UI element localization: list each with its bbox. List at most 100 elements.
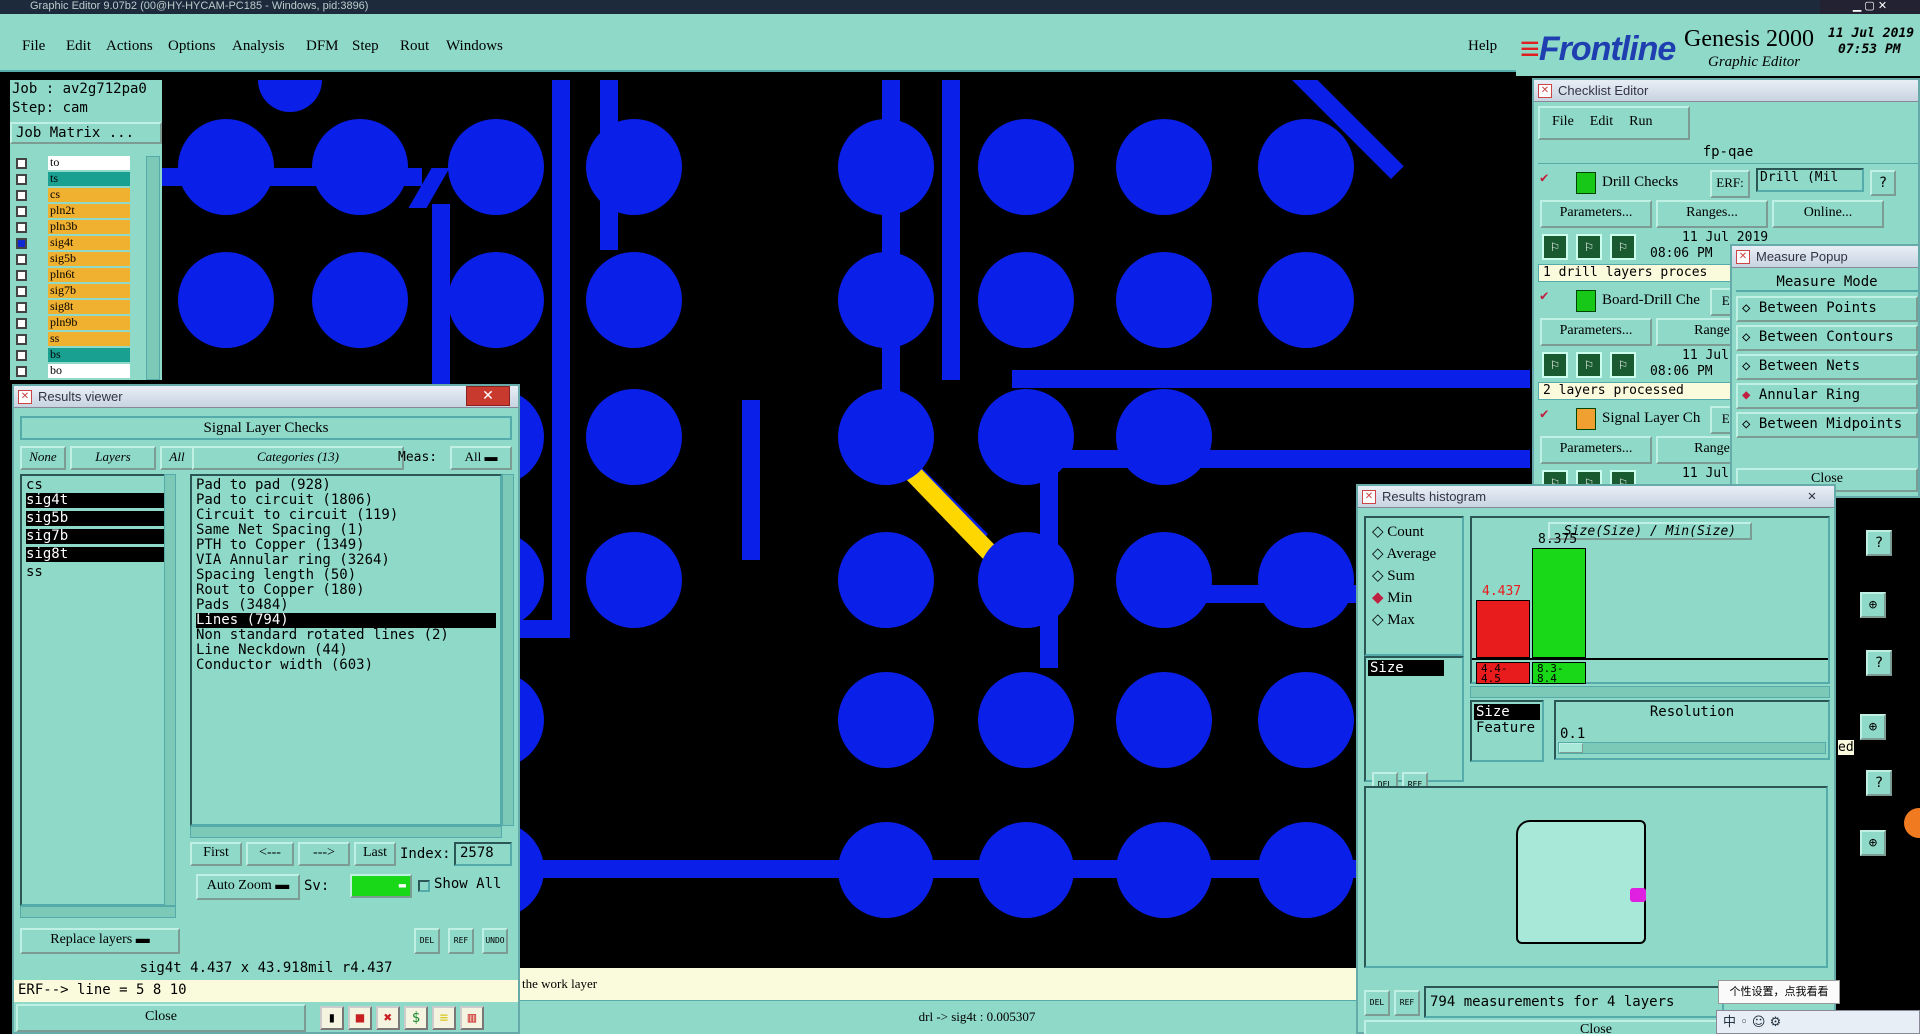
measure-popup-titlebar[interactable]: ✕ Measure Popup [1732,246,1918,268]
measure-mode-option[interactable]: ◇ Between Points [1736,296,1918,322]
measure-mode-option[interactable]: ◇ Between Nets [1736,354,1918,380]
category-item[interactable]: Circuit to circuit (119) [196,508,496,523]
layer-row[interactable]: pln9b [48,316,130,330]
help-icon[interactable]: ? [1866,650,1892,676]
last-button[interactable]: Last [354,842,396,866]
layer-list-scroll[interactable] [164,474,176,906]
category-item[interactable]: PTH to Copper (1349) [196,538,496,553]
layer-toggle[interactable] [16,366,27,377]
help-icon[interactable]: ? [1870,170,1896,196]
run-icon[interactable]: ⚐ [1542,352,1568,378]
stat-option[interactable]: ◇ Count [1372,522,1424,541]
layer-row[interactable]: sig7b [48,284,130,298]
category-list[interactable]: Pad to pad (928) Pad to circuit (1806) Cir… [190,474,502,826]
layer-toggle[interactable] [16,254,27,265]
layer-result-list[interactable]: cs sig4t sig5b sig7b sig8t ss [20,474,176,906]
zoom-icon[interactable]: ⊕ [1860,592,1886,618]
resolution-slider[interactable] [1558,742,1826,754]
check-enabled-icon[interactable]: ✔ [1540,170,1548,186]
result-layer-item[interactable]: sig8t [26,547,170,562]
index-field[interactable]: 2578 [454,842,512,866]
cancel-icon[interactable]: ✖ [376,1006,400,1030]
layer-toggle[interactable] [16,270,27,281]
result-layer-item[interactable]: sig4t [26,493,170,508]
del-icon[interactable]: DEL [414,928,440,954]
check-name[interactable]: Signal Layer Ch [1602,410,1712,427]
layer-toggle[interactable] [16,190,27,201]
layer-toggle[interactable] [16,222,27,233]
run-icon[interactable]: ⚐ [1542,234,1568,260]
run-all-icon[interactable]: ⚐ [1576,234,1602,260]
attr-size[interactable]: Size [1474,704,1540,720]
window-controls[interactable]: ▁ ▢ ✕ [1820,0,1920,14]
measure-mode-option[interactable]: ◇ Between Contours [1736,325,1918,351]
replace-layers-dropdown[interactable]: Replace layers ▬ [20,928,180,954]
zoom-icon[interactable]: ⊕ [1860,830,1886,856]
layer-toggle[interactable] [16,334,27,345]
ref-icon[interactable]: REF [1394,990,1420,1016]
layer-row[interactable]: pln3b [48,220,130,234]
filter-icon[interactable]: $ [404,1006,428,1030]
menu-edit[interactable]: Edit [66,38,91,55]
result-layer-item[interactable]: cs [26,478,170,493]
menu-actions[interactable]: Actions [106,38,153,55]
meas-dropdown[interactable]: All ▬ [450,446,512,470]
layers-tab[interactable]: Layers [70,446,156,470]
none-tab[interactable]: None [20,446,66,470]
category-item[interactable]: Pads (3484) [196,598,496,613]
parameters-button[interactable]: Parameters... [1540,200,1652,228]
show-all-checkbox[interactable] [418,880,430,892]
ime-toolbar[interactable]: 中 ◦ ☺ ⚙ [1716,1010,1920,1034]
all-tab[interactable]: All [160,446,194,470]
attr-feature[interactable]: Feature [1472,720,1542,736]
layer-row[interactable]: sig4t [48,236,130,250]
category-list-hscroll[interactable] [190,826,502,838]
result-layer-item[interactable]: ss [26,565,170,580]
checklist-menu-edit[interactable]: Edit [1590,114,1613,129]
stat-option[interactable]: ◇ Average [1372,544,1436,563]
layer-toggle[interactable] [16,206,27,217]
print-icon[interactable]: ▮ [320,1006,344,1030]
parameters-button[interactable]: Parameters... [1540,318,1652,346]
checklist-titlebar[interactable]: ✕ Checklist Editor [1534,80,1918,102]
layer-toggle[interactable] [16,318,27,329]
auto-zoom-dropdown[interactable]: Auto Zoom ▬ [196,874,300,900]
histogram-hscroll[interactable] [1470,686,1830,698]
erf-field[interactable]: Drill (Mil [1756,168,1864,192]
layer-row[interactable]: sig5b [48,252,130,266]
measure-mode-option[interactable]: ◇ Between Midpoints [1736,412,1918,438]
chart-icon[interactable]: ▥ [460,1006,484,1030]
histogram-close-icon[interactable]: ✕ [1794,488,1830,506]
category-list-scroll[interactable] [502,474,514,826]
layer-row[interactable]: pln6t [48,268,130,282]
parameters-button[interactable]: Parameters... [1540,436,1652,464]
menu-options[interactable]: Options [168,38,216,55]
layer-row[interactable]: bs [48,348,130,362]
menu-file[interactable]: File [22,38,45,55]
checklist-menu-run[interactable]: Run [1629,114,1652,129]
category-item[interactable]: VIA Annular ring (3264) [196,553,496,568]
zoom-icon[interactable]: ⊕ [1860,714,1886,740]
help-icon[interactable]: ? [1866,770,1892,796]
checklist-menu-file[interactable]: File [1552,114,1574,129]
stat-option[interactable]: ◇ Max [1372,610,1415,629]
category-item[interactable]: Spacing length (50) [196,568,496,583]
close-button[interactable]: Close [16,1004,306,1032]
ranges-button[interactable]: Ranges... [1656,200,1768,228]
layer-row[interactable]: to [48,156,130,170]
categories-tab[interactable]: Categories (13) [192,446,404,470]
measure-mode-option[interactable]: ◆ Annular Ring [1736,383,1918,409]
histogram-titlebar[interactable]: ✕ Results histogram [1358,486,1834,508]
layer-row[interactable]: ss [48,332,130,346]
online-button[interactable]: Online... [1772,200,1884,228]
stop-icon[interactable]: ⚐ [1610,234,1636,260]
histogram-bar[interactable] [1532,548,1586,658]
menu-windows[interactable]: Windows [446,38,503,55]
stat-option[interactable]: ◆ Min [1372,588,1412,607]
first-button[interactable]: First [190,842,242,866]
menu-dfm[interactable]: DFM [306,38,339,55]
help-menu[interactable]: Help [1468,38,1497,55]
run-all-icon[interactable]: ⚐ [1576,352,1602,378]
layer-row[interactable]: cs [48,188,130,202]
category-item[interactable]: Pad to pad (928) [196,478,496,493]
